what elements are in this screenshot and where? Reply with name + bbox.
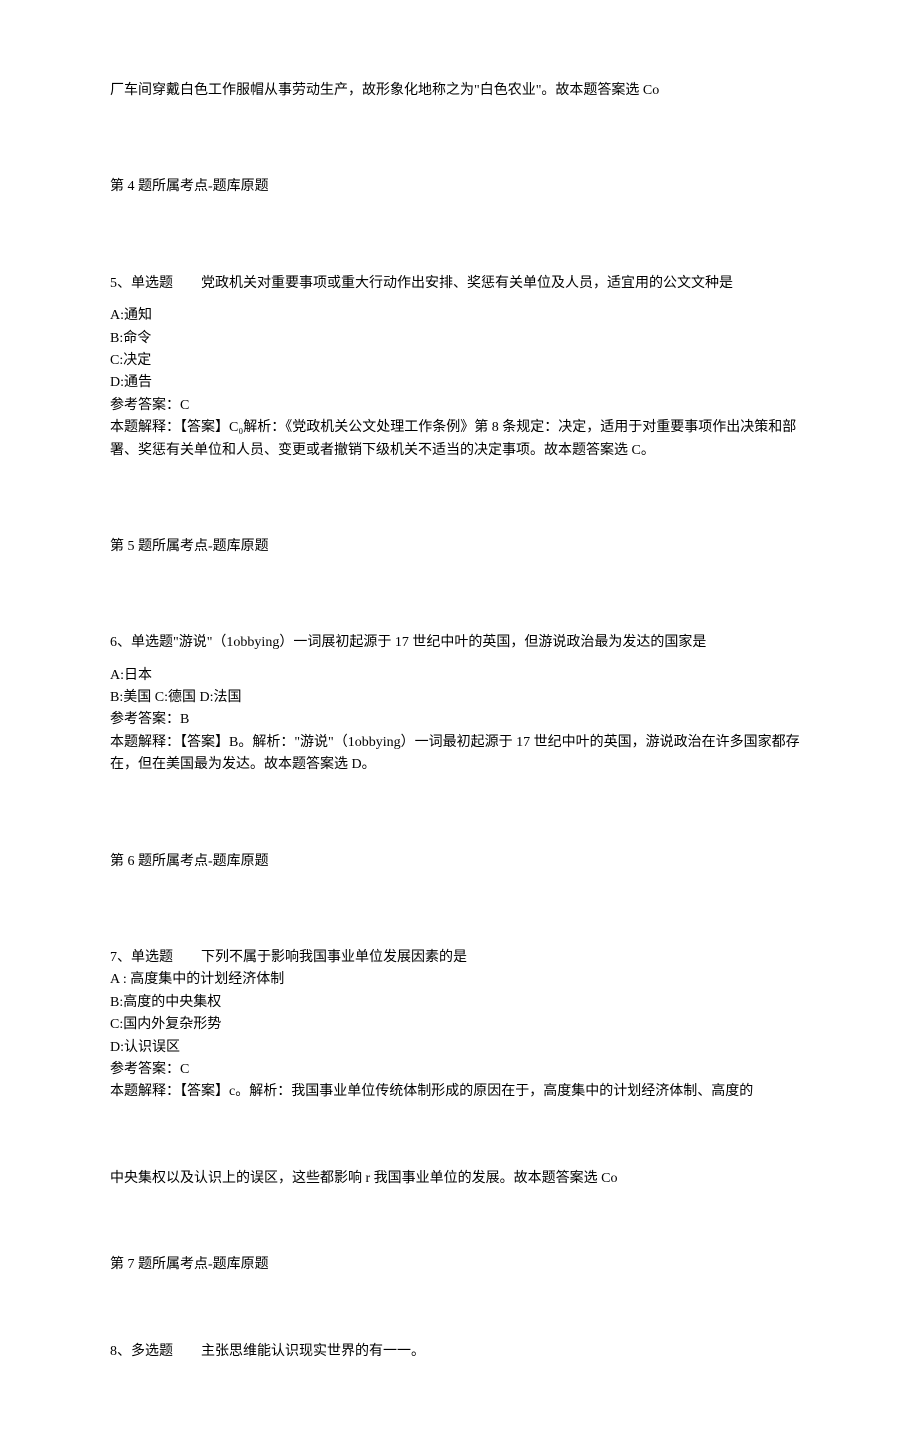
q5-stem: 5、单选题 党政机关对重要事项或重大行动作出安排、奖惩有关单位及人员，适宜用的公… <box>110 273 810 295</box>
document-page: 厂车间穿戴白色工作服帽从事劳动生产，故形象化地称之为"白色农业"。故本题答案选 … <box>0 0 920 1437</box>
spacer <box>110 887 810 947</box>
q7-answer: 参考答案：C <box>110 1059 810 1081</box>
spacer <box>110 1118 810 1168</box>
intro-fragment: 厂车间穿戴白色工作服帽从事劳动生产，故形象化地称之为"白色农业"。故本题答案选 … <box>110 80 810 102</box>
q7-option-a: A : 高度集中的计划经济体制 <box>110 969 810 991</box>
q6-answer: 参考答案：B <box>110 709 810 731</box>
spacer <box>110 1204 810 1254</box>
q5-option-a: A:通知 <box>110 305 810 327</box>
q7-option-b: B:高度的中央集权 <box>110 992 810 1014</box>
q7-stem: 7、单选题 下列不属于影响我国事业单位发展因素的是 <box>110 947 810 969</box>
q4-note: 第 4 题所属考点-题库原题 <box>110 176 810 198</box>
q6-explain: 本题解释：【答案】B。解析："游说"（1obbying）一词最初起源于 17 世… <box>110 732 810 777</box>
q7-explain-cont: 中央集权以及认识上的误区，这些都影响 r 我国事业单位的发展。故本题答案选 Co <box>110 1168 810 1190</box>
spacer <box>110 213 810 273</box>
q5-explain: 本题解释：【答案】C₀解析：《党政机关公文处理工作条例》第 8 条规定：决定，适… <box>110 417 810 462</box>
q6-note: 第 6 题所属考点-题库原题 <box>110 851 810 873</box>
spacer <box>110 1291 810 1341</box>
q7-option-c: C:国内外复杂形势 <box>110 1014 810 1036</box>
q8-stem: 8、多选题 主张思维能认识现实世界的有一一。 <box>110 1341 810 1363</box>
q6-stem: 6、单选题"游说"（1obbying）一词展初起源于 17 世纪中叶的英国，但游… <box>110 632 810 654</box>
spacer <box>110 655 810 665</box>
spacer <box>110 476 810 536</box>
q5-note: 第 5 题所属考点-题库原题 <box>110 536 810 558</box>
q5-option-d: D:通告 <box>110 372 810 394</box>
q5-option-b: B:命令 <box>110 328 810 350</box>
q6-option-a: A:日本 <box>110 665 810 687</box>
q8-block: 8、多选题 主张思维能认识现实世界的有一一。 <box>110 1341 810 1363</box>
q7-option-d: D:认识误区 <box>110 1037 810 1059</box>
q6-block: 6、单选题"游说"（1obbying）一词展初起源于 17 世纪中叶的英国，但游… <box>110 632 810 776</box>
q7-block: 7、单选题 下列不属于影响我国事业单位发展因素的是 A : 高度集中的计划经济体… <box>110 947 810 1104</box>
q7-explain: 本题解释：【答案】c。解析：我国事业单位传统体制形成的原因在于，高度集中的计划经… <box>110 1081 810 1103</box>
spacer <box>110 116 810 176</box>
spacer <box>110 572 810 632</box>
q5-option-c: C:决定 <box>110 350 810 372</box>
q6-options-bcd: B:美国 C:德国 D:法国 <box>110 687 810 709</box>
q7-note: 第 7 题所属考点-题库原题 <box>110 1254 810 1276</box>
q5-answer: 参考答案：C <box>110 395 810 417</box>
spacer <box>110 791 810 851</box>
q5-block: 5、单选题 党政机关对重要事项或重大行动作出安排、奖惩有关单位及人员，适宜用的公… <box>110 273 810 462</box>
spacer <box>110 295 810 305</box>
